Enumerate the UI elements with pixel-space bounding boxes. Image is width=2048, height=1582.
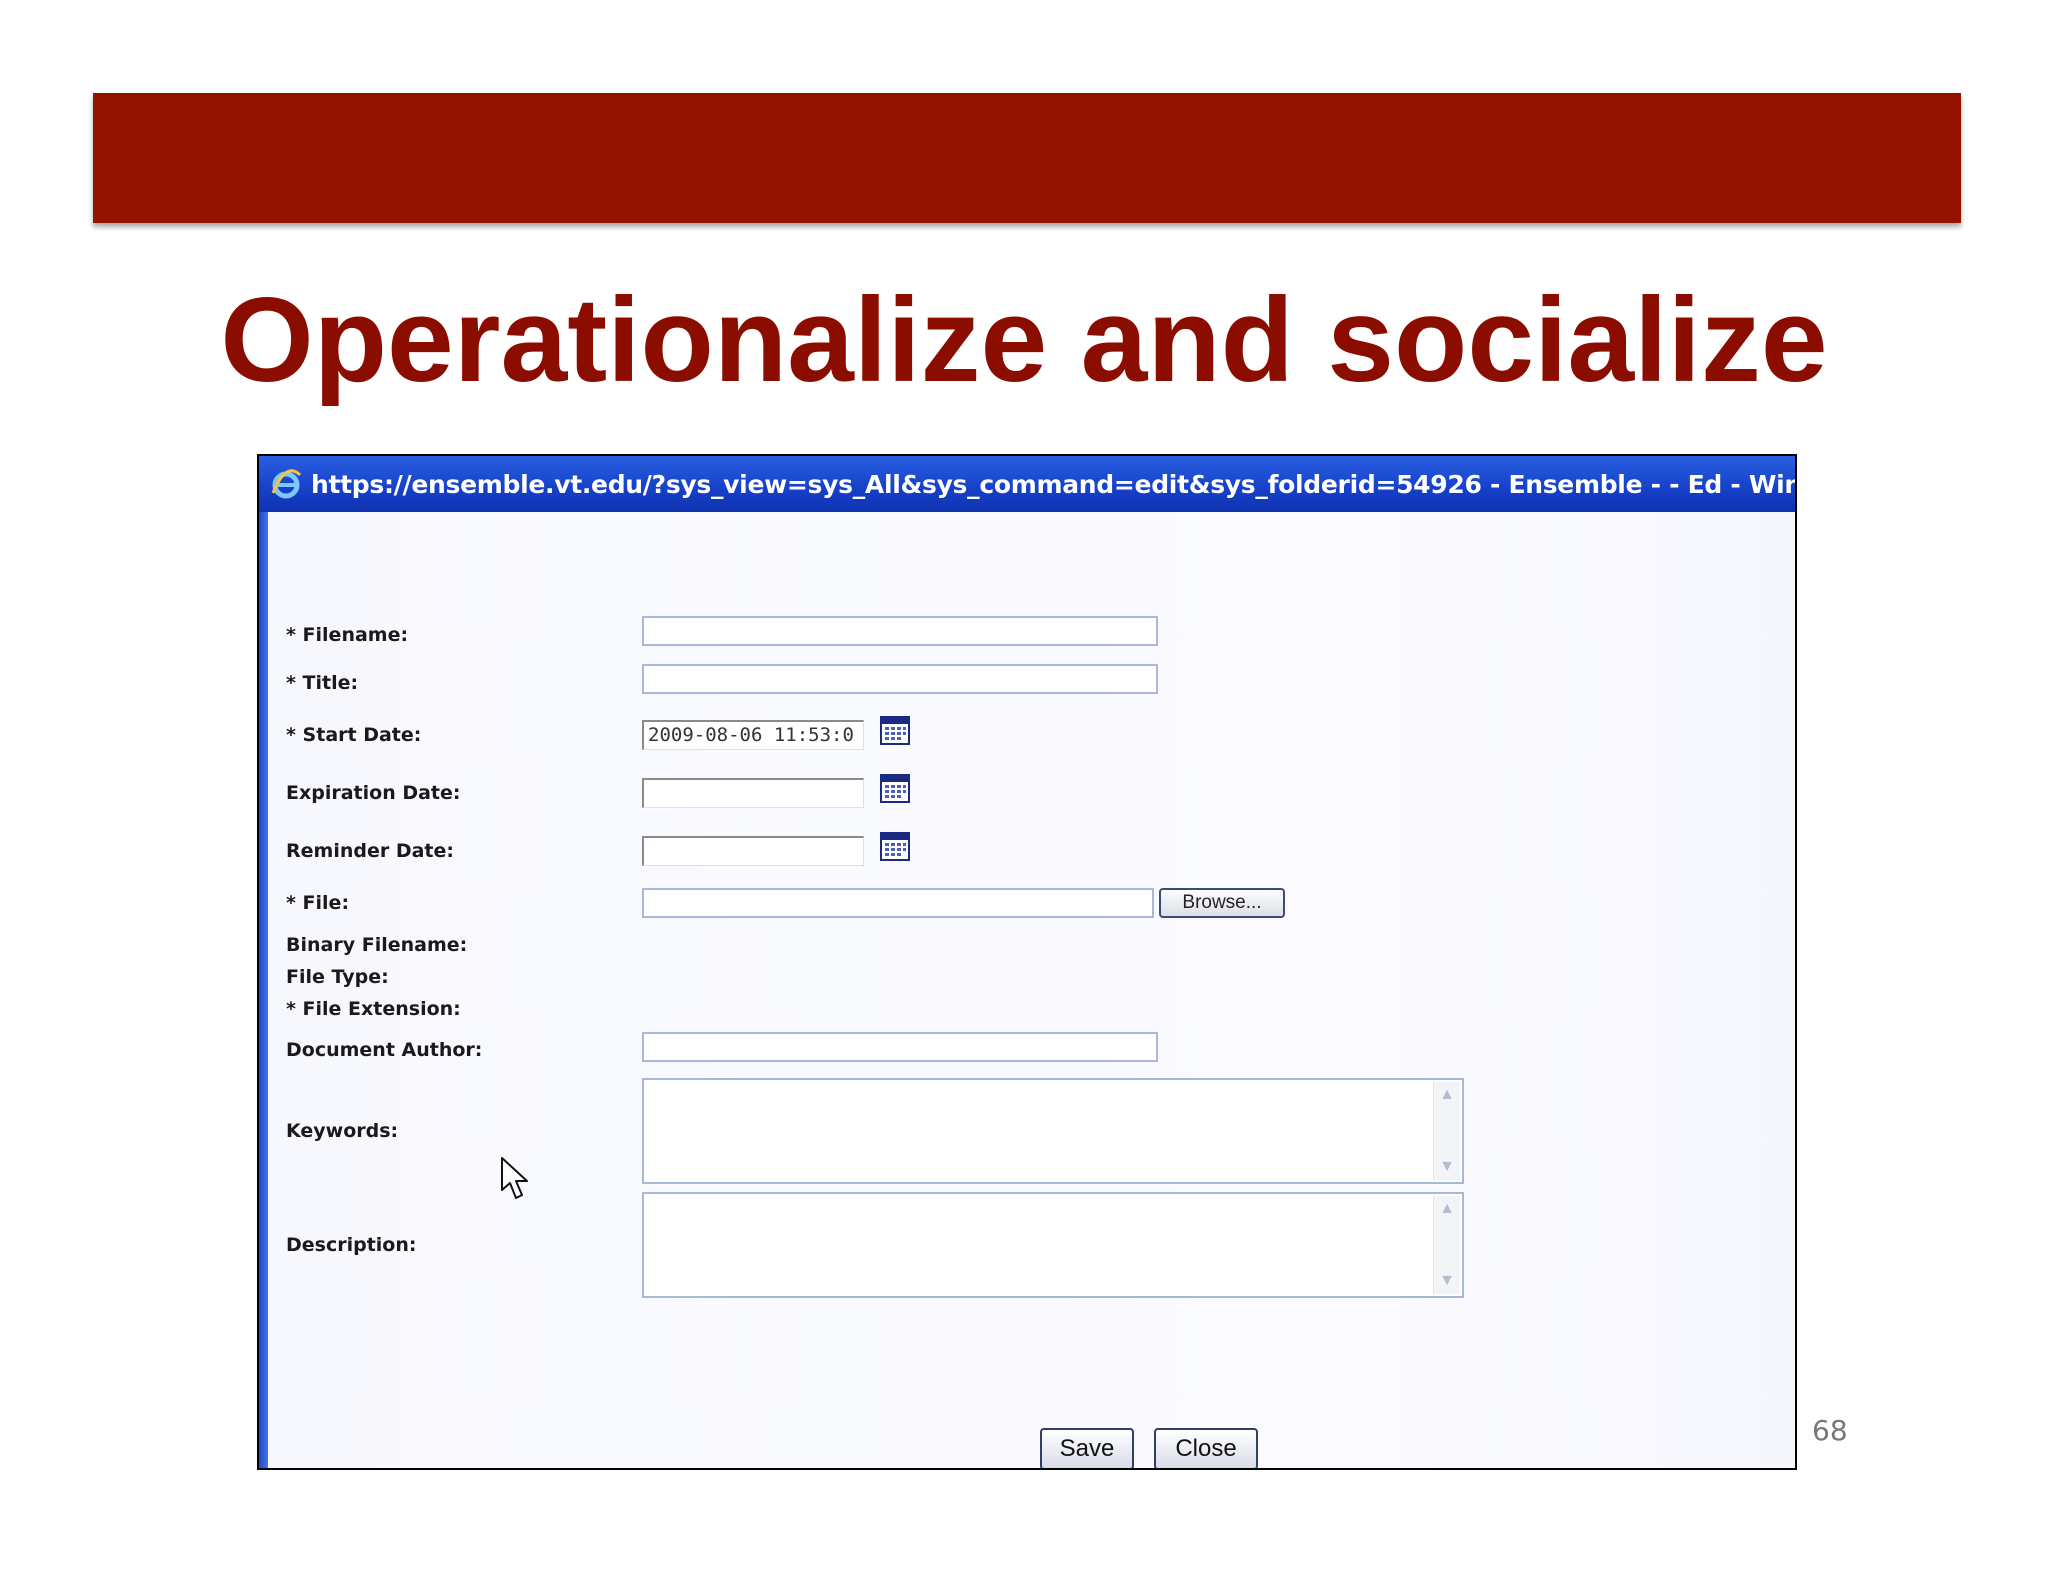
expiration-date-input[interactable] — [642, 778, 864, 808]
title-input[interactable] — [642, 664, 1158, 694]
file-extension-label: * File Extension: — [286, 998, 461, 1020]
scroll-up-icon[interactable]: ▲ — [1435, 1196, 1459, 1222]
expiration-date-label: Expiration Date: — [286, 782, 461, 804]
reminder-date-label: Reminder Date: — [286, 840, 454, 862]
file-input[interactable] — [642, 888, 1154, 918]
page-number: 68 — [1812, 1414, 1848, 1447]
close-button[interactable]: Close — [1154, 1428, 1258, 1468]
browser-window: https://ensemble.vt.edu/?sys_view=sys_Al… — [257, 454, 1797, 1470]
ie-icon — [271, 469, 302, 499]
slide-banner — [93, 93, 1961, 223]
document-author-label: Document Author: — [286, 1039, 483, 1061]
file-label: * File: — [286, 892, 350, 914]
start-date-label: * Start Date: — [286, 724, 422, 746]
keywords-label: Keywords: — [286, 1120, 399, 1142]
filename-label: * Filename: — [286, 624, 409, 646]
window-title: https://ensemble.vt.edu/?sys_view=sys_Al… — [311, 469, 1795, 499]
calendar-icon[interactable] — [879, 772, 911, 804]
keywords-textarea[interactable]: ▲ ▼ — [642, 1078, 1464, 1184]
keywords-scrollbar[interactable]: ▲ ▼ — [1433, 1082, 1460, 1180]
reminder-date-input[interactable] — [642, 836, 864, 866]
save-button[interactable]: Save — [1040, 1428, 1134, 1468]
scroll-up-icon[interactable]: ▲ — [1435, 1082, 1459, 1108]
scroll-down-icon[interactable]: ▼ — [1435, 1268, 1459, 1294]
slide-title: Operationalize and socialize — [220, 273, 1828, 407]
window-titlebar[interactable]: https://ensemble.vt.edu/?sys_view=sys_Al… — [259, 456, 1795, 512]
binary-filename-label: Binary Filename: — [286, 934, 468, 956]
scroll-down-icon[interactable]: ▼ — [1435, 1154, 1459, 1180]
browse-button[interactable]: Browse... — [1159, 888, 1285, 918]
start-date-input[interactable]: 2009-08-06 11:53:0 — [642, 720, 864, 750]
title-label: * Title: — [286, 672, 359, 694]
window-left-border — [259, 512, 268, 1468]
file-type-label: File Type: — [286, 966, 389, 988]
description-label: Description: — [286, 1234, 417, 1256]
calendar-icon[interactable] — [879, 714, 911, 746]
description-scrollbar[interactable]: ▲ ▼ — [1433, 1196, 1460, 1294]
filename-input[interactable] — [642, 616, 1158, 646]
calendar-icon[interactable] — [879, 830, 911, 862]
document-author-input[interactable] — [642, 1032, 1158, 1062]
edit-form: * Filename: * Title: * Start Date: 2009-… — [268, 512, 1795, 1468]
mouse-pointer-icon — [501, 1157, 528, 1199]
description-textarea[interactable]: ▲ ▼ — [642, 1192, 1464, 1298]
